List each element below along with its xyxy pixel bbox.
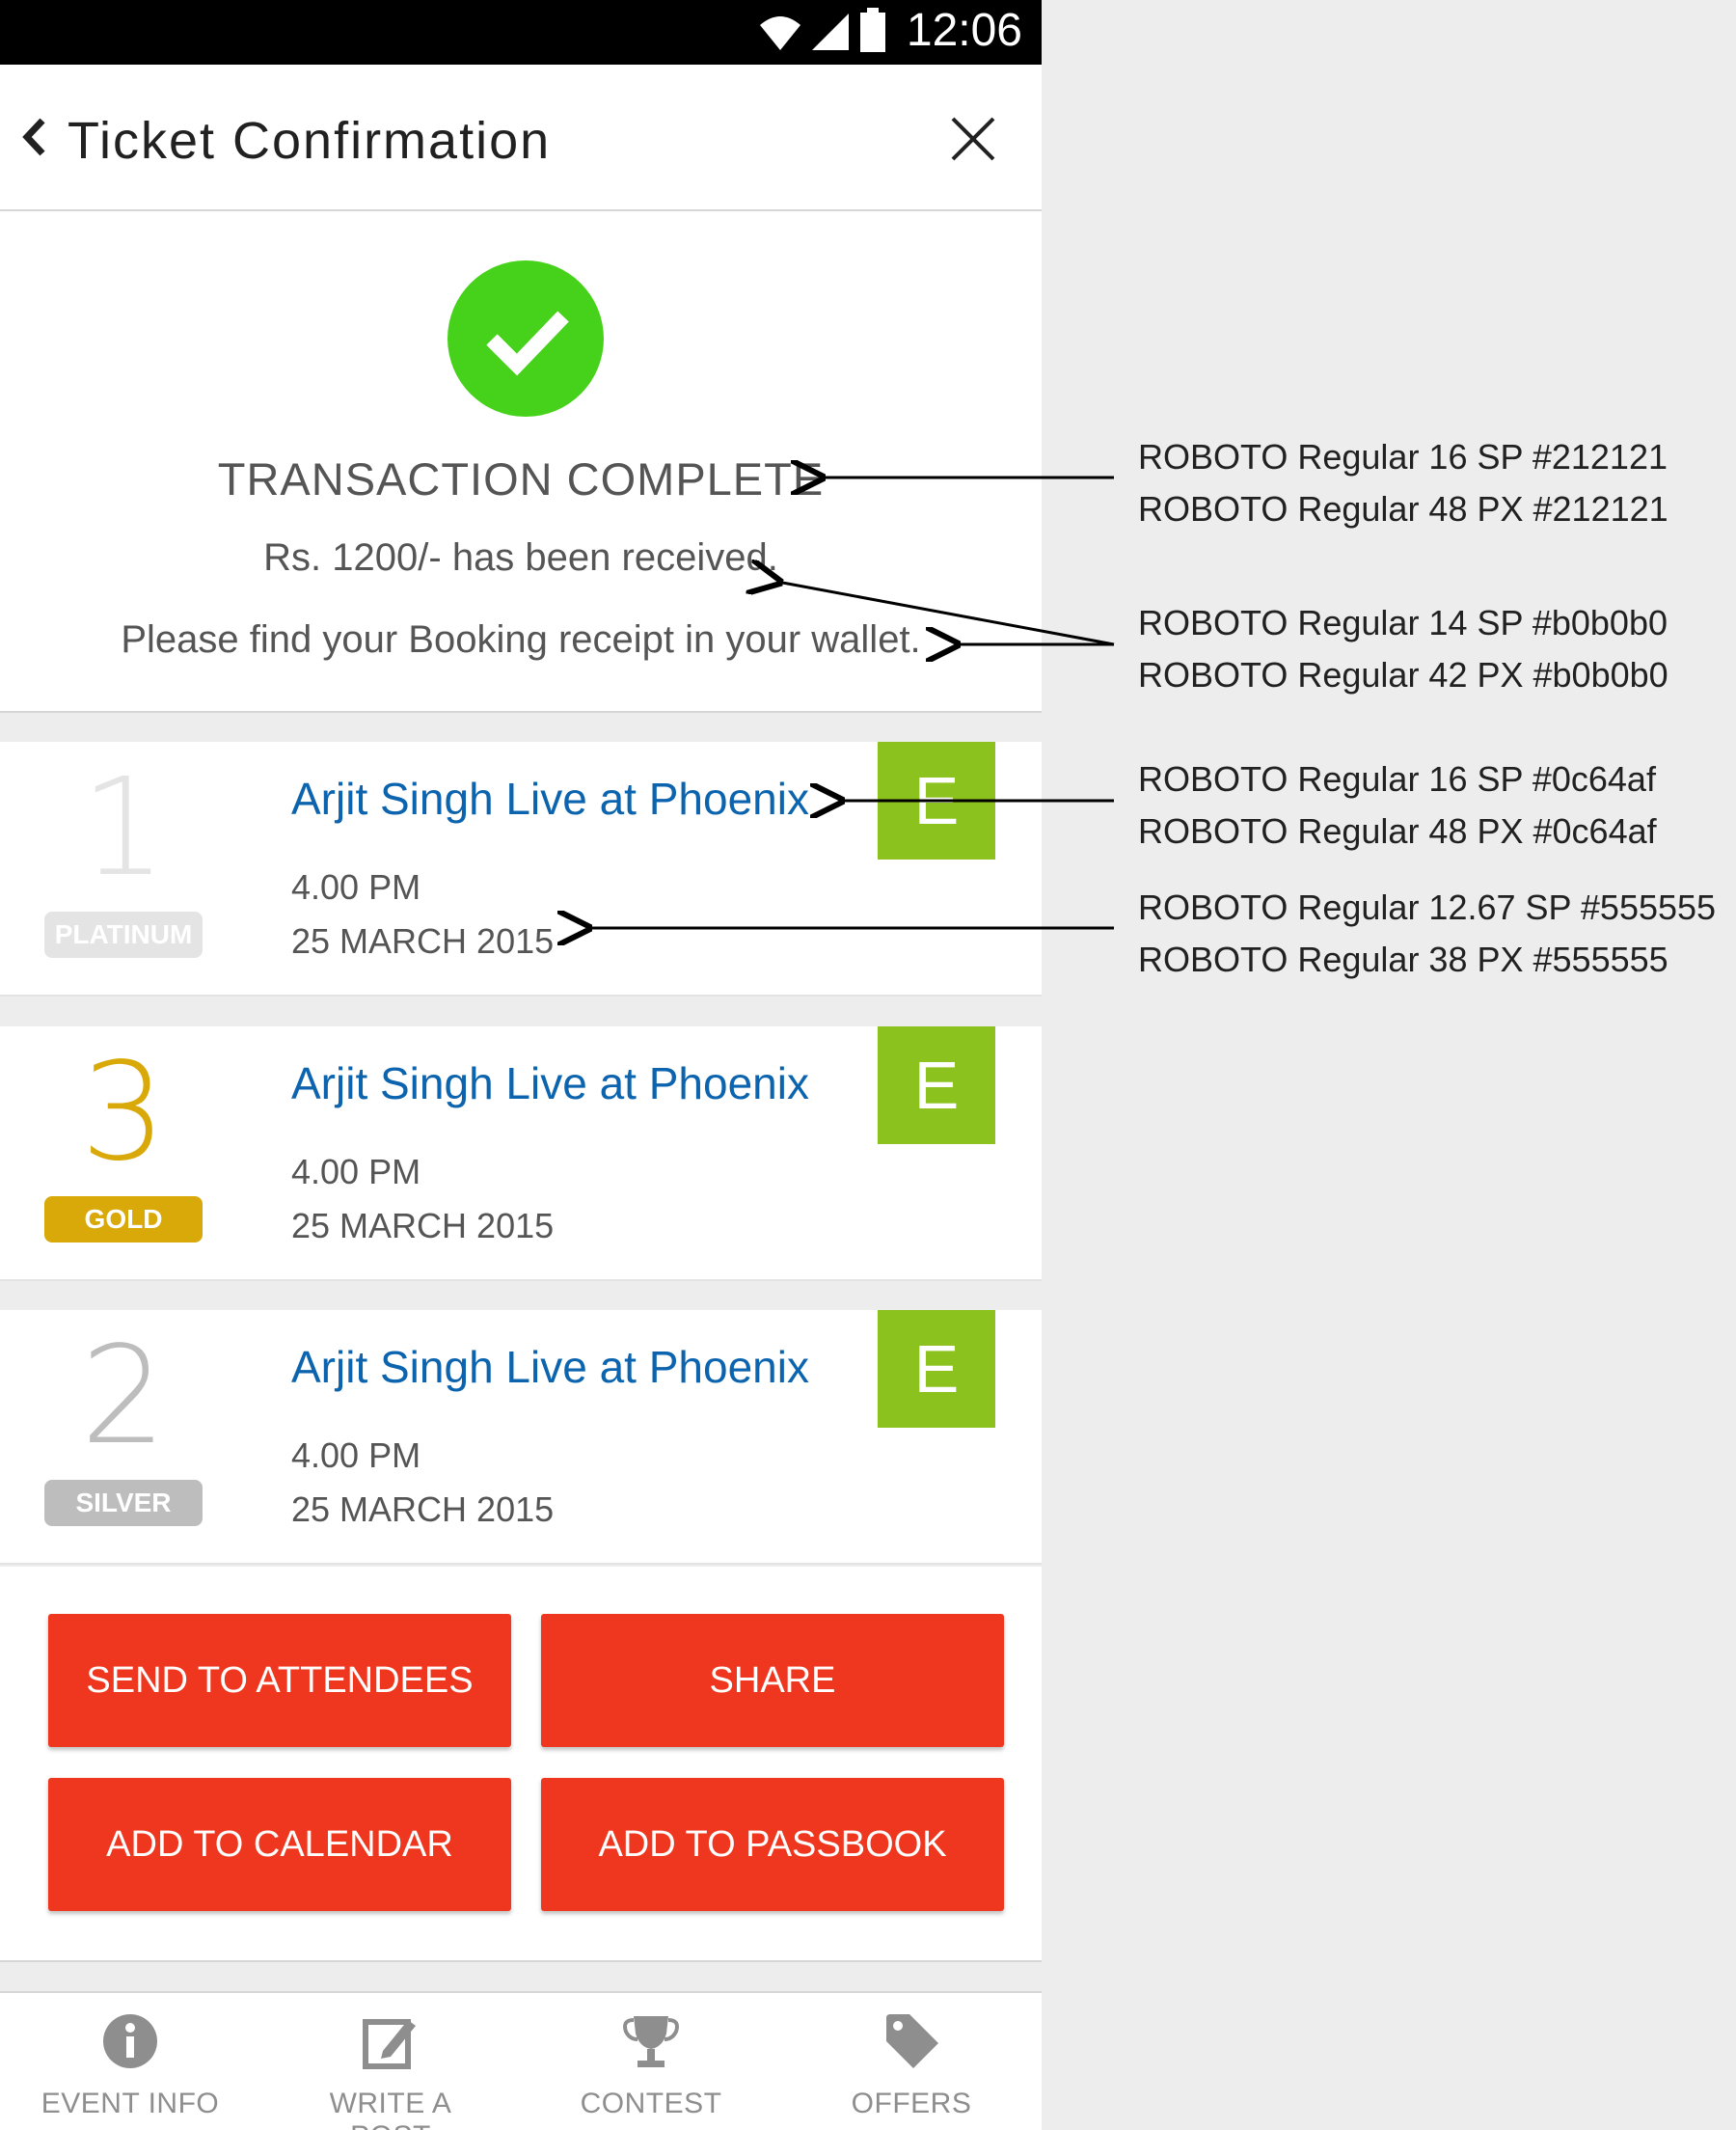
- page-title: Ticket Confirmation: [68, 112, 552, 170]
- annotation-title-font: ROBOTO Regular 16 SP #212121 ROBOTO Regu…: [1138, 431, 1668, 535]
- event-name: Arjit Singh Live at Phoenix: [291, 1058, 809, 1108]
- receipt-info-text: Please find your Booking receipt in your…: [121, 618, 921, 661]
- screen: 12:06 Ticket Confirmation TRANSACTION CO…: [0, 0, 1736, 2130]
- ticket-row[interactable]: 2 SILVER Arjit Singh Live at Phoenix 4.0…: [0, 1310, 1042, 1565]
- nav-label: WRITE A POST: [329, 2088, 452, 2130]
- edit-icon: [363, 2019, 416, 2069]
- ticket-tier-badge: SILVER: [44, 1480, 203, 1526]
- nav-label: EVENT INFO: [41, 2088, 220, 2119]
- amount-received-text: Rs. 1200/- has been received.: [263, 536, 778, 579]
- entry-badge: E: [878, 742, 995, 860]
- nav-event-info[interactable]: EVENT INFO: [34, 1993, 227, 2130]
- phone-screen: 12:06 Ticket Confirmation TRANSACTION CO…: [0, 0, 1042, 2130]
- event-name: Arjit Singh Live at Phoenix: [291, 1342, 809, 1392]
- event-name: Arjit Singh Live at Phoenix: [291, 774, 809, 824]
- entry-badge: E: [878, 1310, 995, 1428]
- annotation-line: ROBOTO Regular 14 SP #b0b0b0: [1138, 603, 1668, 642]
- signal-icon: [812, 14, 849, 50]
- annotation-event-font: ROBOTO Regular 16 SP #0c64af ROBOTO Regu…: [1138, 753, 1657, 858]
- event-date: 25 MARCH 2015: [291, 921, 555, 961]
- close-icon[interactable]: [949, 115, 997, 163]
- status-bar: 12:06: [0, 0, 1042, 65]
- share-button[interactable]: SHARE: [541, 1614, 1004, 1747]
- wifi-icon: [760, 16, 800, 50]
- status-time: 12:06: [906, 5, 1022, 56]
- info-icon: [103, 2014, 157, 2068]
- action-panel: SEND TO ATTENDEES SHARE ADD TO CALENDAR …: [0, 1567, 1042, 1962]
- event-time: 4.00 PM: [291, 867, 421, 907]
- annotation-body-font: ROBOTO Regular 14 SP #b0b0b0 ROBOTO Regu…: [1138, 597, 1668, 701]
- status-icons: [758, 8, 887, 52]
- annotation-date-font: ROBOTO Regular 12.67 SP #555555 ROBOTO R…: [1138, 882, 1716, 986]
- event-date: 25 MARCH 2015: [291, 1206, 555, 1245]
- event-date: 25 MARCH 2015: [291, 1489, 555, 1529]
- annotation-line: ROBOTO Regular 16 SP #212121: [1138, 437, 1668, 477]
- success-check-icon: [448, 260, 604, 417]
- ticket-quantity: 1: [80, 750, 167, 907]
- nav-offers[interactable]: OFFERS: [815, 1993, 1008, 2130]
- bottom-nav: EVENT INFO WRITE A POST CONTEST: [0, 1991, 1042, 2130]
- annotation-line: ROBOTO Regular 48 PX #212121: [1138, 489, 1668, 529]
- event-time: 4.00 PM: [291, 1435, 421, 1475]
- app-bar: Ticket Confirmation: [0, 65, 1042, 211]
- confirmation-card: TRANSACTION COMPLETE Rs. 1200/- has been…: [0, 211, 1042, 713]
- annotation-line: ROBOTO Regular 48 PX #0c64af: [1138, 811, 1657, 851]
- back-icon[interactable]: [15, 113, 54, 161]
- annotation-line: ROBOTO Regular 42 PX #b0b0b0: [1138, 655, 1668, 695]
- ticket-quantity: 2: [80, 1318, 167, 1475]
- ticket-tier-badge: PLATINUM: [44, 912, 203, 958]
- nav-contest[interactable]: CONTEST: [555, 1993, 747, 2130]
- send-to-attendees-button[interactable]: SEND TO ATTENDEES: [48, 1614, 511, 1747]
- ticket-quantity: 3: [80, 1034, 167, 1191]
- battery-icon: [860, 8, 885, 52]
- add-to-calendar-button[interactable]: ADD TO CALENDAR: [48, 1778, 511, 1911]
- trophy-icon: [623, 2016, 679, 2067]
- nav-label: OFFERS: [851, 2088, 972, 2119]
- ticket-row[interactable]: 1 PLATINUM Arjit Singh Live at Phoenix 4…: [0, 742, 1042, 997]
- ticket-row[interactable]: 3 GOLD Arjit Singh Live at Phoenix 4.00 …: [0, 1026, 1042, 1281]
- annotation-line: ROBOTO Regular 16 SP #0c64af: [1138, 759, 1656, 799]
- ticket-tier-badge: GOLD: [44, 1196, 203, 1242]
- tag-icon: [886, 2014, 938, 2068]
- transaction-heading: TRANSACTION COMPLETE: [217, 453, 825, 505]
- nav-write-a-post[interactable]: WRITE A POST: [294, 1993, 487, 2130]
- add-to-passbook-button[interactable]: ADD TO PASSBOOK: [541, 1778, 1004, 1911]
- entry-badge: E: [878, 1026, 995, 1144]
- event-time: 4.00 PM: [291, 1152, 421, 1191]
- annotation-line: ROBOTO Regular 38 PX #555555: [1138, 940, 1668, 979]
- annotation-line: ROBOTO Regular 12.67 SP #555555: [1138, 888, 1717, 927]
- nav-label: CONTEST: [580, 2088, 722, 2119]
